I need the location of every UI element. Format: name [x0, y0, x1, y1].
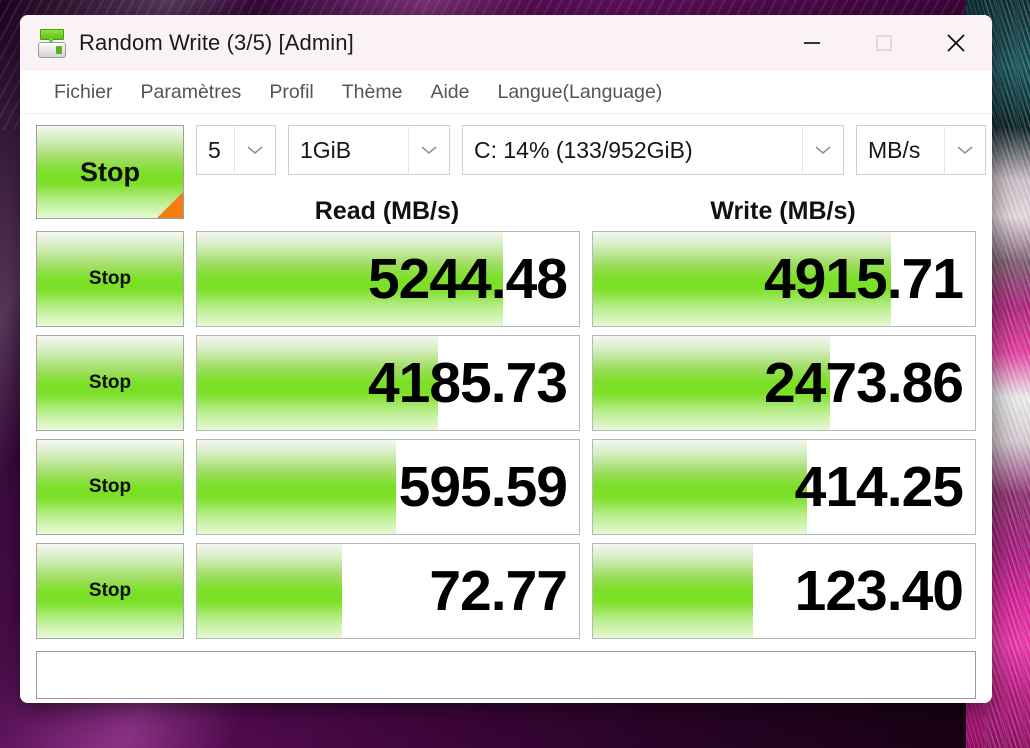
close-icon: [947, 34, 965, 52]
maximize-icon: [876, 35, 892, 51]
unit-select[interactable]: MB/s: [856, 125, 986, 175]
table-row: Stop 4185.73 2473.86: [36, 335, 976, 431]
row-stop-button[interactable]: Stop: [36, 335, 184, 431]
write-column-header: Write (MB/s): [710, 196, 856, 225]
read-result-cell: 4185.73: [196, 335, 580, 431]
menu-item-langue[interactable]: Langue(Language): [497, 81, 662, 104]
write-result-cell: 4915.71: [592, 231, 976, 327]
drive-value: C: 14% (133/952GiB): [474, 136, 693, 163]
read-progress-fill: [197, 544, 343, 638]
read-value: 4185.73: [367, 351, 568, 415]
minimize-button[interactable]: [776, 15, 848, 71]
read-value: 72.77: [429, 559, 568, 623]
comment-input[interactable]: [36, 651, 976, 699]
chevron-down-icon[interactable]: [234, 127, 275, 173]
main-content: Stop 5 1GiB C: 14% (133/952GiB) MB/s Rea…: [20, 114, 992, 703]
write-progress-fill: [593, 440, 807, 534]
menu-item-fichier[interactable]: Fichier: [54, 81, 113, 104]
test-size-select[interactable]: 1GiB: [288, 125, 450, 175]
desktop-background: Random Write (3/5) [Admin] Fichier Param…: [0, 0, 1030, 748]
minimize-icon: [804, 42, 820, 44]
read-result-cell: 595.59: [196, 439, 580, 535]
table-row: Stop 5244.48 4915.71: [36, 231, 976, 327]
write-result-cell: 414.25: [592, 439, 976, 535]
menu-item-theme[interactable]: Thème: [342, 81, 403, 104]
chevron-down-icon[interactable]: [408, 127, 449, 173]
unit-value: MB/s: [868, 136, 921, 163]
menu-item-profil[interactable]: Profil: [269, 81, 313, 104]
drive-select[interactable]: C: 14% (133/952GiB): [462, 125, 844, 175]
stop-all-label: Stop: [80, 156, 140, 187]
row-stop-button[interactable]: Stop: [36, 543, 184, 639]
table-row: Stop 595.59 414.25: [36, 439, 976, 535]
write-value: 123.40: [794, 559, 964, 623]
chevron-down-icon[interactable]: [802, 127, 843, 173]
menu-item-parametres[interactable]: Paramètres: [141, 81, 242, 104]
test-count-select[interactable]: 5: [196, 125, 276, 175]
write-value: 414.25: [794, 455, 964, 519]
read-result-cell: 72.77: [196, 543, 580, 639]
results-table: Stop 5244.48 4915.71 Stop 4185.73 2473.8…: [36, 231, 976, 647]
title-bar: Random Write (3/5) [Admin]: [20, 15, 992, 71]
settings-corner-icon[interactable]: [157, 192, 183, 218]
test-count-value: 5: [208, 136, 221, 163]
read-value: 595.59: [398, 455, 568, 519]
row-stop-button[interactable]: Stop: [36, 231, 184, 327]
close-button[interactable]: [920, 15, 992, 71]
read-result-cell: 5244.48: [196, 231, 580, 327]
menu-bar: Fichier Paramètres Profil Thème Aide Lan…: [20, 71, 992, 114]
write-progress-fill: [593, 544, 754, 638]
stop-all-button[interactable]: Stop: [36, 125, 184, 219]
maximize-button[interactable]: [848, 15, 920, 71]
read-column-header: Read (MB/s): [314, 196, 460, 225]
menu-item-aide[interactable]: Aide: [430, 81, 469, 104]
read-progress-fill: [197, 440, 396, 534]
write-result-cell: 123.40: [592, 543, 976, 639]
row-stop-button[interactable]: Stop: [36, 439, 184, 535]
chevron-down-icon[interactable]: [944, 127, 985, 173]
window-controls: [776, 15, 992, 71]
table-row: Stop 72.77 123.40: [36, 543, 976, 639]
write-value: 2473.86: [763, 351, 964, 415]
write-result-cell: 2473.86: [592, 335, 976, 431]
row-stop-label: Stop: [88, 372, 132, 393]
test-size-value: 1GiB: [300, 136, 352, 163]
row-stop-label: Stop: [88, 476, 132, 497]
row-stop-label: Stop: [88, 580, 132, 601]
window-title: Random Write (3/5) [Admin]: [79, 30, 354, 55]
read-value: 5244.48: [367, 247, 568, 311]
disk-drive-icon: [37, 28, 67, 58]
row-stop-label: Stop: [88, 268, 132, 289]
crystaldiskmark-window: Random Write (3/5) [Admin] Fichier Param…: [20, 15, 992, 703]
write-value: 4915.71: [763, 247, 964, 311]
